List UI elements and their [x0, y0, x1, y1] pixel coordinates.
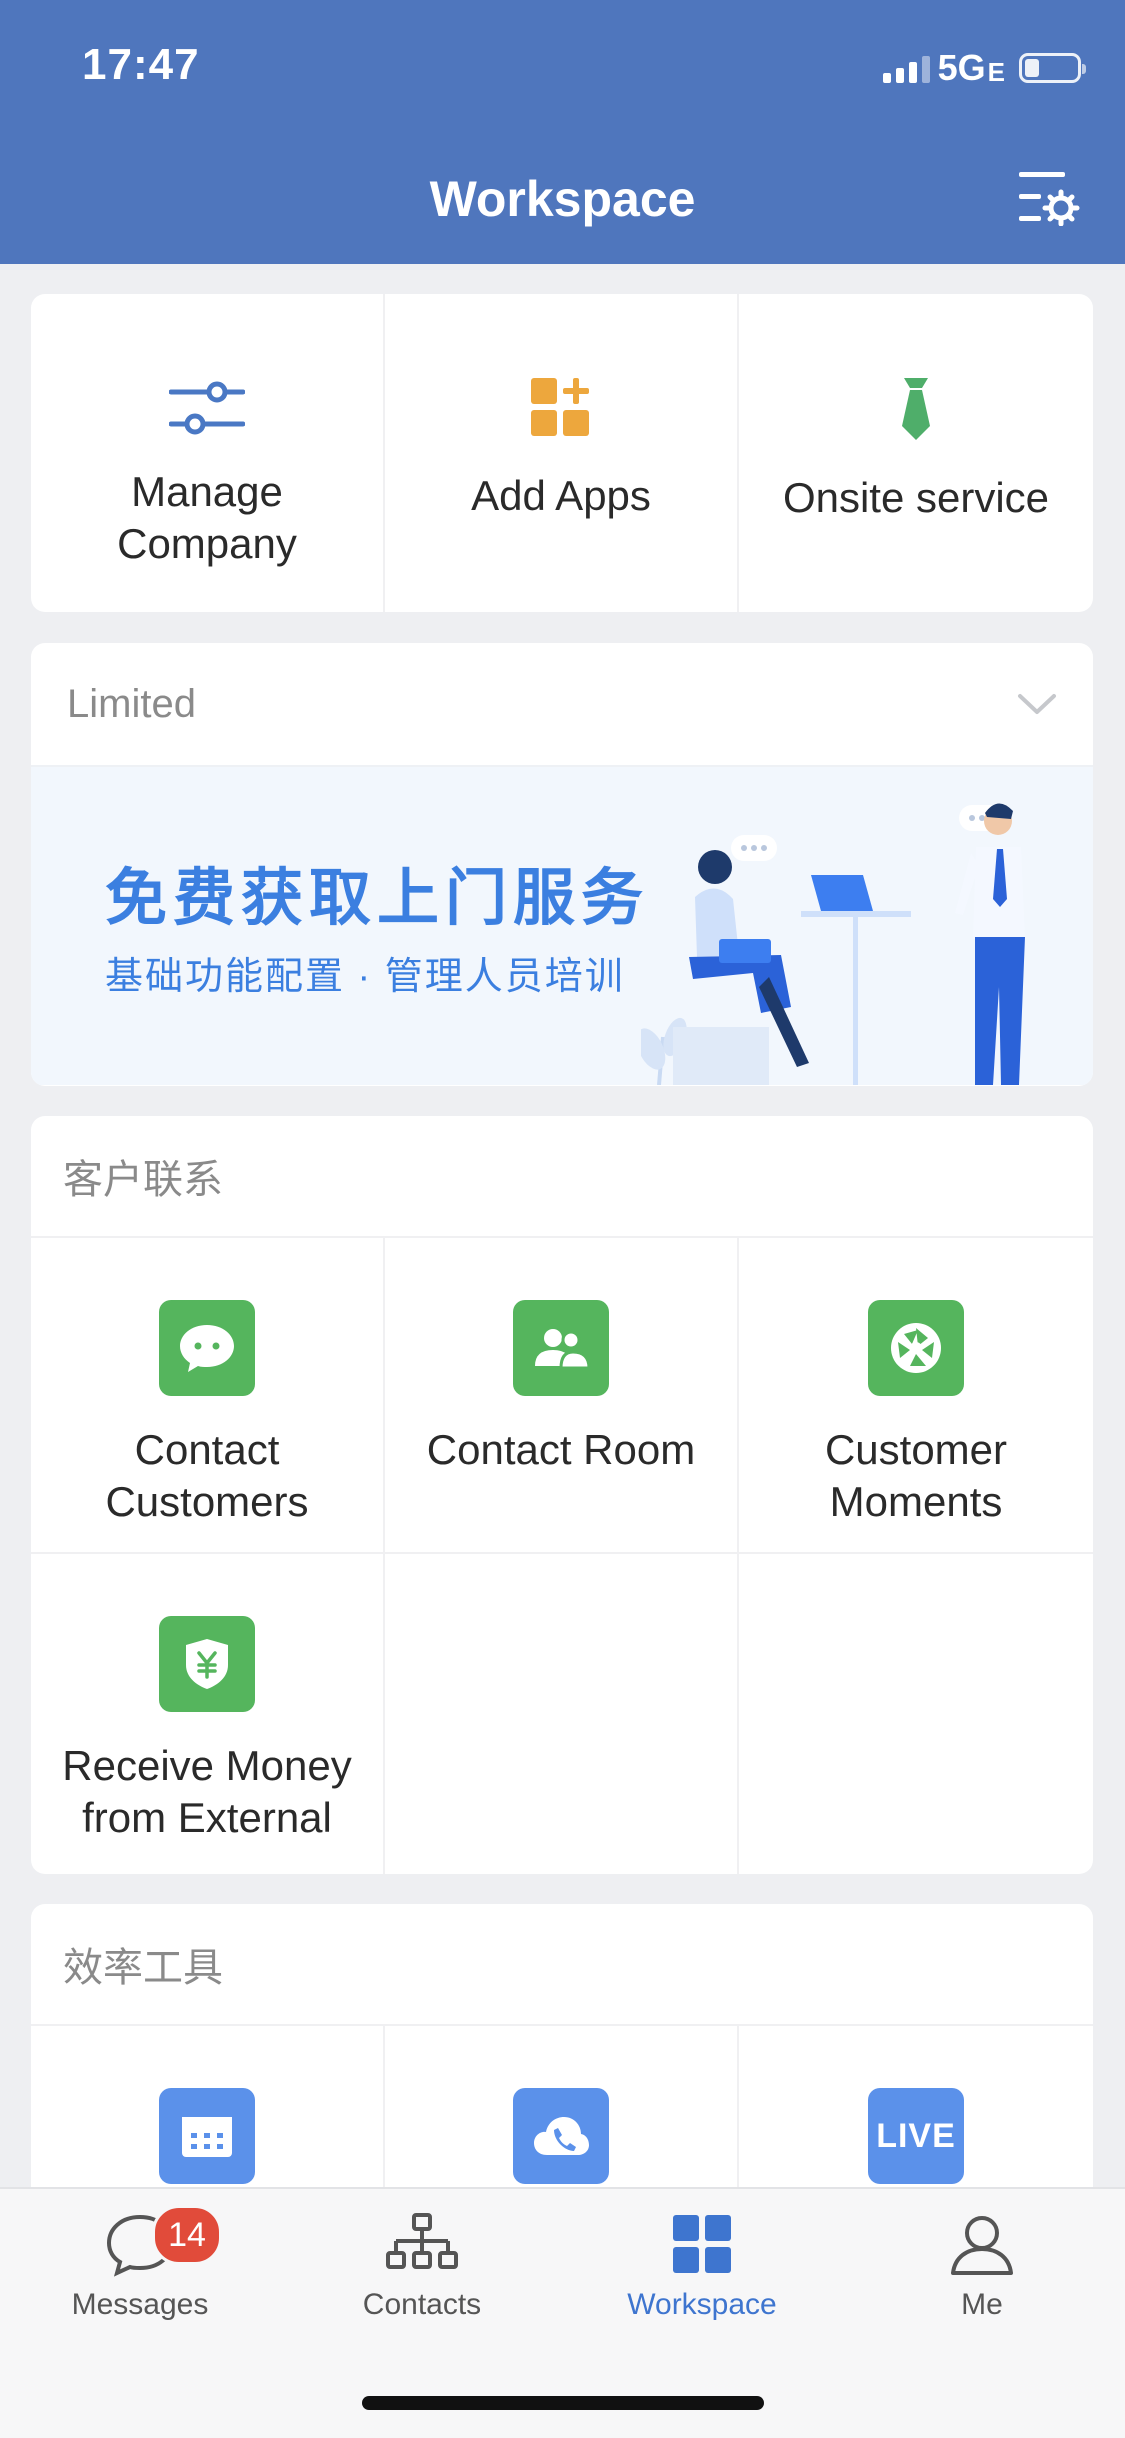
manage-company-button[interactable]: Manage Company — [31, 294, 385, 612]
add-apps-icon — [531, 378, 589, 436]
limited-header[interactable]: Limited — [31, 643, 1093, 767]
list-settings-icon — [1019, 172, 1080, 227]
page-title: Workspace — [429, 171, 696, 227]
contact-room-button[interactable]: Contact Room — [385, 1238, 739, 1552]
chevron-down-icon — [1018, 694, 1056, 714]
org-chart-icon — [386, 2213, 458, 2269]
section-title: 客户联系 — [31, 1116, 1093, 1238]
service-illustration — [641, 803, 1025, 1085]
onsite-service-banner[interactable]: 免费获取上门服务 基础功能配置 · 管理人员培训 — [31, 767, 1093, 1085]
tab-label: Me — [961, 2288, 1003, 2321]
tab-label: Contacts — [362, 2288, 482, 2321]
banner-subtitle: 基础功能配置 · 管理人员培训 — [105, 956, 625, 998]
customer-moments-button[interactable]: Customer Moments — [739, 1238, 1093, 1552]
tie-icon — [902, 378, 930, 440]
tab-workspace[interactable]: Workspace — [602, 2209, 802, 2322]
group-icon — [513, 1300, 609, 1396]
home-indicator[interactable] — [362, 2396, 764, 2410]
add-apps-button[interactable]: Add Apps — [385, 294, 739, 612]
workspace-grid-icon — [673, 2215, 731, 2273]
contact-customers-button[interactable]: Contact Customers — [31, 1238, 385, 1552]
section-title: 效率工具 — [31, 1904, 1093, 2026]
network-type: 5G — [937, 47, 986, 88]
signal-icon — [882, 53, 930, 83]
add-apps-label: Add Apps — [471, 472, 651, 519]
tab-messages[interactable]: 14 Messages — [40, 2205, 240, 2322]
battery-icon — [1019, 53, 1086, 83]
onsite-service-label: Onsite service — [782, 474, 1050, 521]
shutter-icon — [868, 1300, 964, 1396]
live-icon: LIVE — [868, 2088, 964, 2184]
yuan-shield-icon — [159, 1616, 255, 1712]
unread-badge: 14 — [152, 2205, 222, 2265]
customer-moments-label: Customer Moments — [824, 1426, 1008, 1525]
status-time: 17:47 — [82, 40, 200, 89]
tab-contacts[interactable]: Contacts — [322, 2209, 522, 2322]
customer-contact-section: 客户联系 Contact Customers Contact Room Cust… — [31, 1116, 1093, 1874]
quick-actions-card: Manage Company Add Apps Onsite service — [31, 294, 1093, 612]
sliders-icon — [169, 381, 245, 435]
calendar-icon — [159, 2088, 255, 2184]
chat-bubble-icon — [159, 1300, 255, 1396]
empty-cell — [739, 1554, 1093, 1874]
contact-room-label: Contact Room — [426, 1426, 696, 1473]
onsite-service-button[interactable]: Onsite service — [739, 294, 1093, 612]
top-header: 17:47 5G E Workspace — [0, 0, 1125, 264]
empty-cell — [385, 1554, 739, 1874]
network-suffix: E — [987, 56, 1005, 87]
manage-company-label: Manage Company — [117, 468, 297, 567]
workspace-settings-button[interactable] — [1017, 168, 1081, 227]
person-icon — [951, 2216, 1013, 2275]
receive-money-button[interactable]: Receive Money from External — [31, 1554, 385, 1874]
status-indicators: 5G E — [882, 47, 1086, 88]
banner-title: 免费获取上门服务 — [105, 864, 650, 933]
tab-label: Messages — [71, 2288, 209, 2321]
tab-label: Workspace — [627, 2288, 777, 2321]
limited-card: Limited 免费获取上门服务 基础功能配置 · 管理人员培训 — [31, 643, 1093, 1086]
contact-customers-label: Contact Customers — [105, 1426, 309, 1525]
receive-money-label: Receive Money from External — [62, 1742, 352, 1841]
cloud-phone-icon — [513, 2088, 609, 2184]
limited-label: Limited — [67, 681, 196, 726]
tab-me[interactable]: Me — [882, 2209, 1082, 2322]
